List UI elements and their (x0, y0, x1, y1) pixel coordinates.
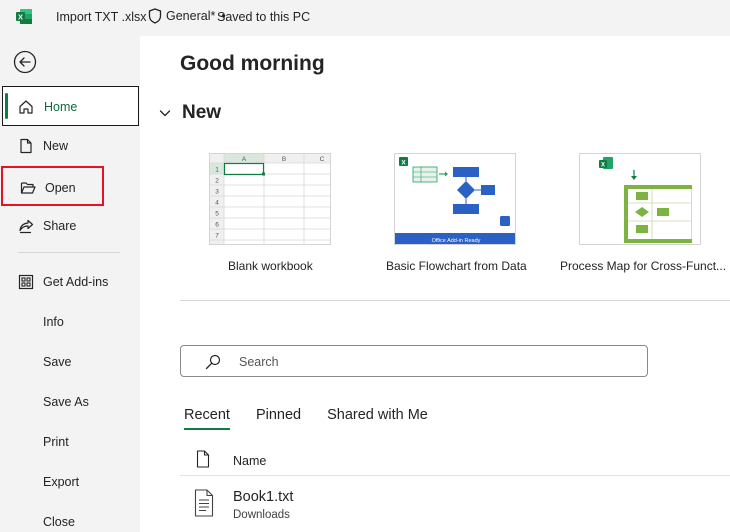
svg-text:X: X (401, 159, 406, 166)
svg-text:1: 1 (215, 167, 219, 174)
svg-text:X: X (18, 12, 23, 21)
sidebar-item-save-as[interactable]: Save As (0, 382, 140, 422)
svg-text:6: 6 (215, 222, 219, 229)
sidebar-item-label: Save As (43, 395, 89, 409)
sidebar-item-label: Info (43, 315, 64, 329)
tab-shared-with-me[interactable]: Shared with Me (327, 407, 428, 430)
sidebar-item-close[interactable]: Close (0, 502, 140, 532)
sidebar-item-get-add-ins[interactable]: Get Add-ins (0, 262, 140, 302)
file-location: Downloads (233, 509, 290, 521)
document-name[interactable]: Import TXT .xlsx (56, 10, 147, 24)
folder-open-icon (20, 182, 36, 194)
add-ins-icon (18, 274, 34, 290)
sidebar-item-label: Print (43, 435, 69, 449)
search-box[interactable] (180, 345, 648, 377)
text-file-icon (194, 489, 214, 517)
sidebar-item-label: Open (45, 181, 76, 195)
svg-text:3: 3 (215, 189, 219, 196)
sidebar-item-share[interactable]: Share (0, 206, 140, 246)
svg-text:4: 4 (215, 200, 219, 207)
svg-text:A: A (242, 156, 247, 163)
new-section-header[interactable]: New (158, 102, 221, 124)
tab-recent[interactable]: Recent (184, 407, 230, 430)
sidebar-item-new[interactable]: New (0, 126, 140, 166)
sidebar-item-label: Get Add-ins (43, 275, 109, 289)
save-status: Saved to this PC (217, 10, 311, 24)
search-icon (205, 354, 221, 370)
chevron-down-icon[interactable] (158, 106, 172, 120)
template-label[interactable]: Basic Flowchart from Data (386, 259, 527, 273)
search-input[interactable] (239, 352, 639, 372)
title-bar: X Import TXT .xlsx General* • Saved to t… (0, 0, 730, 36)
sidebar-item-label: Home (44, 100, 78, 114)
backstage-sidebar: Home New Open Share Get Add-ins Info Sav… (0, 36, 140, 532)
share-icon (19, 219, 34, 234)
file-type-icon[interactable] (196, 450, 210, 468)
file-name: Book1.txt (233, 489, 294, 505)
sidebar-item-label: Save (43, 355, 72, 369)
sensitivity-text: General* (166, 9, 216, 23)
sidebar-item-home[interactable]: Home (2, 86, 139, 126)
sidebar-item-label: Close (43, 515, 75, 529)
home-icon (19, 100, 33, 114)
svg-text:X: X (601, 163, 605, 169)
excel-logo-icon: X (16, 9, 32, 24)
back-arrow-icon[interactable] (13, 50, 37, 74)
file-list-header: Name (180, 448, 730, 476)
sidebar-item-label: New (43, 139, 69, 153)
sidebar-item-save[interactable]: Save (0, 342, 140, 382)
template-label[interactable]: Process Map for Cross-Funct... (560, 259, 726, 273)
sidebar-item-print[interactable]: Print (0, 422, 140, 462)
section-divider (180, 300, 730, 301)
sidebar-divider (18, 252, 120, 253)
template-label[interactable]: Blank workbook (228, 259, 313, 273)
sidebar-item-label: Export (43, 475, 80, 489)
sidebar-item-info[interactable]: Info (0, 302, 140, 342)
sensitivity-label[interactable]: General* • (148, 8, 226, 24)
svg-text:C: C (320, 156, 325, 163)
svg-text:5: 5 (215, 211, 219, 218)
blank-workbook-thumbnail: A B C 1 2 3 4 5 6 7 (210, 154, 330, 244)
new-document-icon (20, 138, 32, 154)
flowchart-thumbnail: X Office Add-in Ready (395, 154, 515, 244)
main-content: Good morning New A B C 1 2 3 4 5 6 7 Bla… (140, 36, 730, 532)
sidebar-item-open[interactable]: Open (1, 166, 104, 206)
tab-pinned[interactable]: Pinned (256, 407, 301, 430)
svg-text:2: 2 (215, 178, 219, 185)
template-process-map[interactable]: X (579, 153, 701, 245)
template-blank-workbook[interactable]: A B C 1 2 3 4 5 6 7 (209, 153, 331, 245)
process-map-thumbnail: X (580, 154, 700, 244)
table-row[interactable]: Book1.txt Downloads (180, 482, 730, 532)
file-tabs: Recent Pinned Shared with Me (184, 407, 454, 430)
template-basic-flowchart[interactable]: X Office Add-in Ready (394, 153, 516, 245)
page-title: Good morning (180, 52, 325, 75)
svg-text:7: 7 (215, 233, 219, 240)
sidebar-item-export[interactable]: Export (0, 462, 140, 502)
office-add-in-banner: Office Add-in Ready (432, 238, 481, 244)
svg-text:B: B (282, 156, 286, 163)
section-title: New (182, 102, 222, 123)
sidebar-item-label: Share (43, 219, 77, 233)
column-header-name[interactable]: Name (233, 454, 266, 468)
shield-icon (148, 8, 162, 24)
